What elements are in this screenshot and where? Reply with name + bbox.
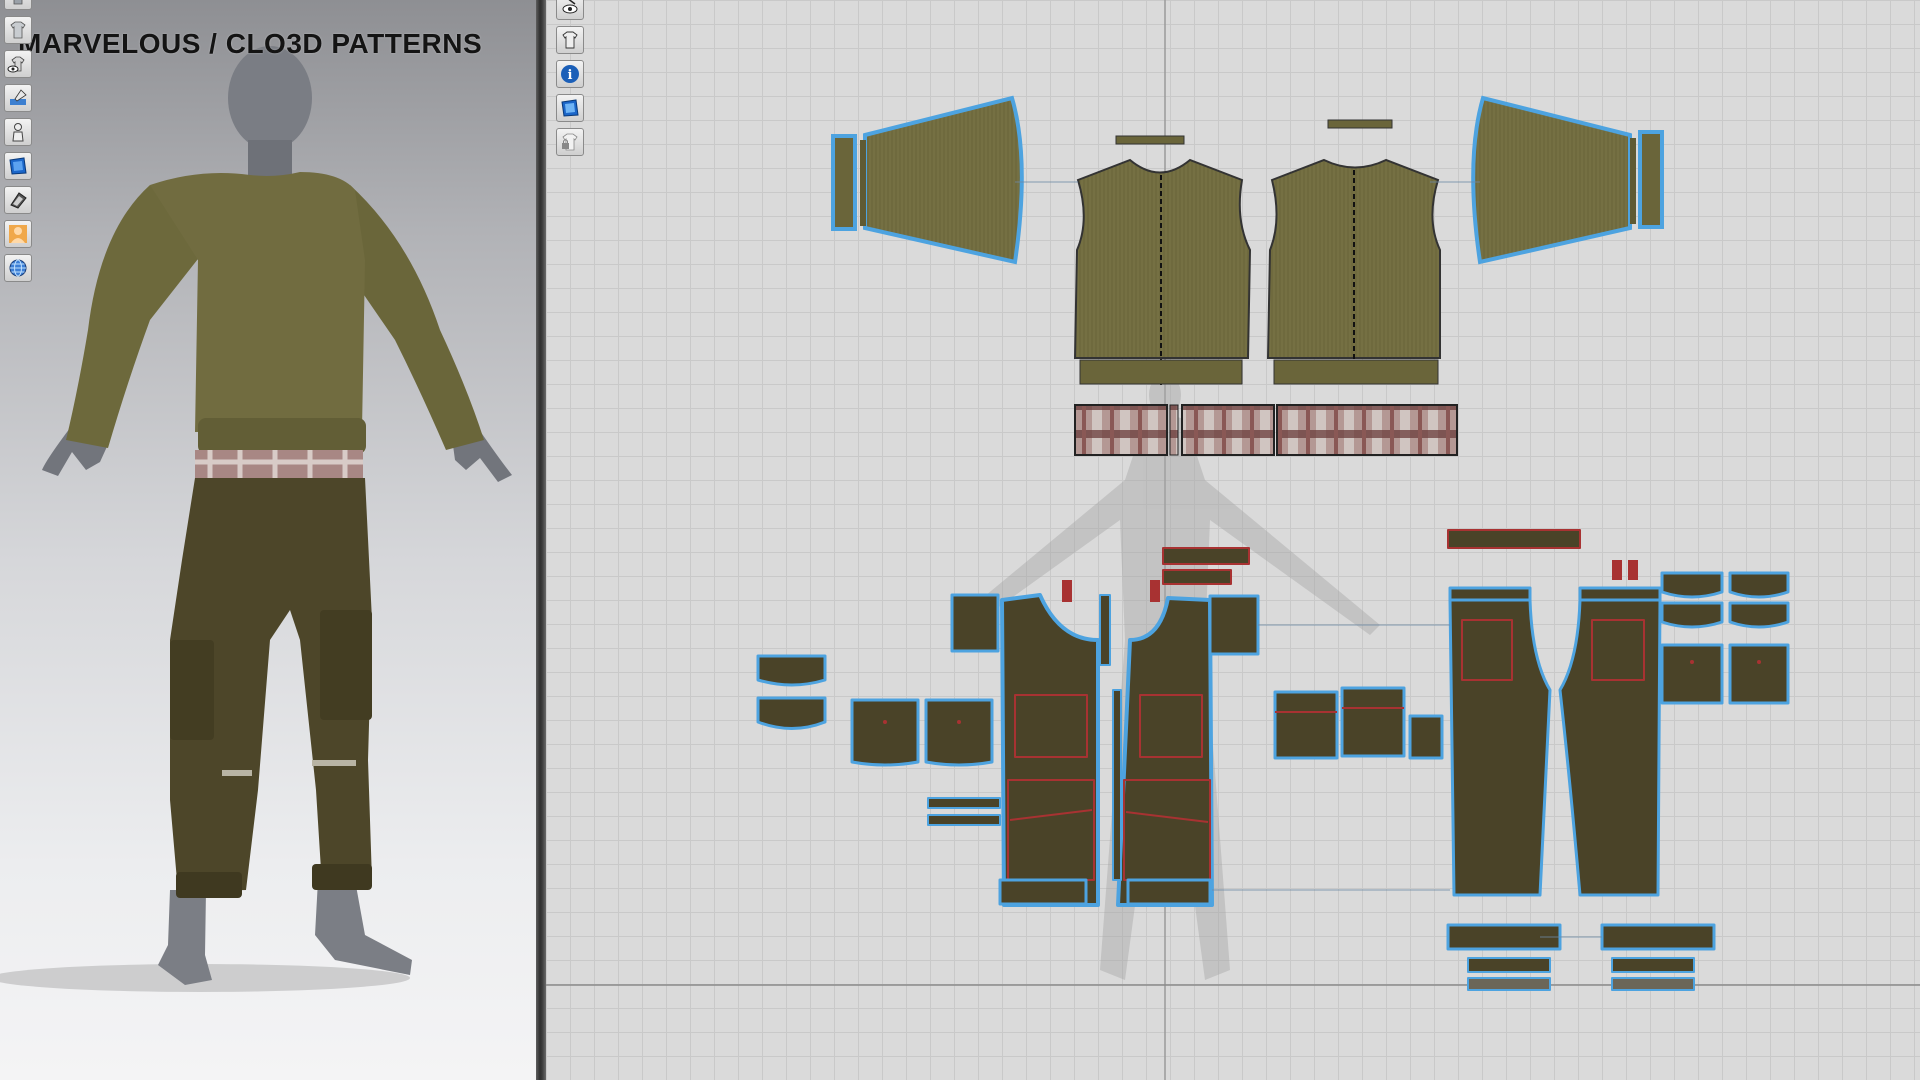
overlay-title: MARVELOUS / CLO3D PATTERNS [18,28,483,59]
show-avatar-icon[interactable] [4,50,32,78]
lock-icon[interactable] [556,128,584,156]
garment-view-icon[interactable] [4,16,32,44]
pattern-canvas [546,0,1920,1080]
environment-globe-icon[interactable] [4,254,32,282]
show-garment-icon[interactable] [556,26,584,54]
2d-window-toolbar: i [556,0,584,156]
sweater-patterns[interactable] [831,95,1664,385]
render-mode-icon[interactable] [4,186,32,214]
3d-viewport[interactable]: MARVELOUS / CLO3D PATTERNS [0,0,536,1080]
svg-text:i: i [568,68,573,83]
viewport-divider[interactable] [536,0,546,1080]
avatar-with-garment [0,46,512,992]
info-icon[interactable]: i [556,60,584,88]
pointer-eye-icon[interactable] [556,0,584,20]
shirt-hem-patterns[interactable] [1074,404,1458,456]
avatar-skin-icon[interactable] [4,220,32,248]
garment-view-icon[interactable] [4,0,32,10]
avatar-toggle-icon[interactable] [4,118,32,146]
3d-viewport-toolbar [4,0,32,282]
fabric-texture-icon[interactable] [556,94,584,122]
texture-brush-icon[interactable] [4,84,32,112]
fabric-display-icon[interactable] [4,152,32,180]
2d-pattern-window[interactable]: i [546,0,1920,1080]
pants-patterns[interactable] [756,529,1790,991]
